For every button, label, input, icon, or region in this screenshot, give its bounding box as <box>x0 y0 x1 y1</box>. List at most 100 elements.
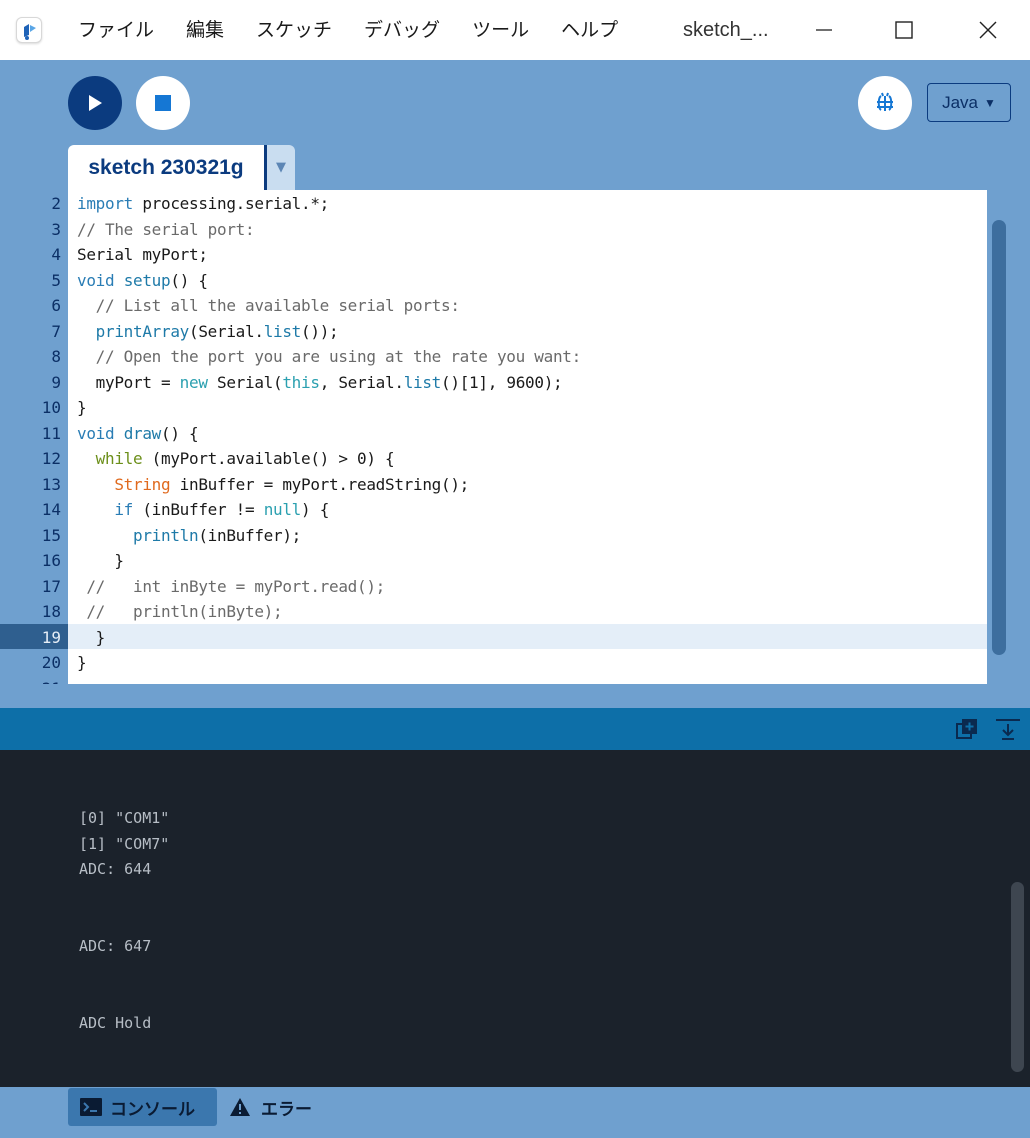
tab-errors[interactable]: エラー <box>229 1088 339 1126</box>
code-token: // Open the port you are using at the ra… <box>77 347 582 366</box>
code-line: Serial myPort; <box>77 242 208 268</box>
code-token: } <box>77 653 87 672</box>
stop-icon <box>155 95 171 111</box>
code-token: ()); <box>301 321 339 341</box>
debug-button[interactable] <box>858 76 912 130</box>
code-token: list <box>403 372 442 392</box>
line-number: 5 <box>51 270 61 290</box>
tab-menu-button[interactable]: ▼ <box>264 145 295 190</box>
code-token: ) { <box>301 500 330 519</box>
code-token: list <box>263 321 302 341</box>
close-icon <box>979 21 997 39</box>
current-line-highlight <box>68 624 987 649</box>
line-number: 21 <box>1 676 61 685</box>
code-line: String inBuffer = myPort.readString(); <box>77 472 469 498</box>
line-number: 20 <box>41 653 61 672</box>
stop-button[interactable] <box>136 76 190 130</box>
tab-console-label: コンソール <box>110 1099 195 1120</box>
line-number: 12 <box>41 449 61 468</box>
line-number: 3 <box>51 219 61 239</box>
code-line: println(inBuffer); <box>77 523 301 549</box>
code-token: ()[1], 9600); <box>441 372 563 392</box>
code-token: } <box>77 551 124 570</box>
menu-item[interactable]: ヘルプ <box>545 0 634 60</box>
code-token: this <box>282 372 320 392</box>
mode-select[interactable]: Java ▼ <box>927 83 1011 122</box>
menu-item[interactable]: デバッグ <box>348 0 456 60</box>
console-line: ADC: 644 <box>79 860 152 879</box>
line-number: 8 <box>51 347 61 366</box>
code-token: () { <box>161 423 199 443</box>
terminal-icon <box>80 1098 102 1116</box>
code-token: void <box>77 423 115 443</box>
editor-scrollbar-thumb[interactable] <box>992 220 1006 655</box>
run-button[interactable] <box>68 76 122 130</box>
minimize-icon <box>816 29 832 31</box>
code-token: () { <box>170 270 208 290</box>
code-line: void draw() { <box>77 421 199 447</box>
menu-item[interactable]: ファイル <box>62 0 170 60</box>
code-token: } <box>77 627 106 647</box>
line-number: 11 <box>41 423 61 443</box>
code-token: Serial myPort; <box>77 245 208 264</box>
chevron-down-icon: ▼ <box>276 160 286 175</box>
code-token: setup <box>123 270 171 290</box>
code-token: inBuffer = myPort.readString(); <box>170 474 470 494</box>
close-button[interactable] <box>948 0 1028 60</box>
code-token: // int inByte = myPort.read(); <box>77 576 385 596</box>
warning-icon <box>230 1098 250 1116</box>
code-token: processing.serial.*; <box>133 194 329 213</box>
line-number: 13 <box>41 474 61 494</box>
console-output[interactable]: [0] "COM1" [1] "COM7" ADC: 644 ADC: 647 ADC … <box>0 750 1030 1087</box>
line-number: 6 <box>51 296 61 315</box>
code-token: printArray <box>95 321 190 341</box>
code-token: Serial( <box>207 372 283 392</box>
line-number: 14 <box>41 500 61 519</box>
code-line: void setup() { <box>77 268 208 294</box>
code-token: // println(inByte); <box>77 602 283 621</box>
play-icon <box>89 95 102 111</box>
code-line: // Open the port you are using at the ra… <box>77 344 582 370</box>
code-token: // List all the available serial ports: <box>77 296 460 315</box>
minimize-button[interactable] <box>784 0 864 60</box>
tab-errors-label: エラー <box>261 1099 312 1120</box>
code-token: String <box>114 474 171 494</box>
code-token: // The serial port: <box>77 219 255 239</box>
menu-item[interactable]: ツール <box>456 0 545 60</box>
code-line: printArray(Serial.list()); <box>77 319 339 345</box>
mode-label: Java <box>942 92 979 112</box>
menu-item[interactable]: スケッチ <box>240 0 348 60</box>
maximize-icon <box>895 21 913 39</box>
console-line: ADC Hold <box>79 1014 152 1032</box>
code-token: while <box>95 449 143 468</box>
code-token: (Serial. <box>189 321 264 341</box>
clear-console-button[interactable] <box>994 716 1022 742</box>
tab-sketch[interactable]: sketch 230321g <box>68 145 264 190</box>
copy-console-button[interactable] <box>954 716 980 742</box>
line-number: 17 <box>41 576 61 596</box>
code-line: myPort = new Serial(this, Serial.list()[… <box>77 370 563 396</box>
code-line: } <box>77 395 87 421</box>
tab-console[interactable]: コンソール <box>68 1088 217 1126</box>
code-token: println <box>133 525 199 545</box>
console-scrollbar-thumb[interactable] <box>1011 882 1024 1072</box>
maximize-button[interactable] <box>864 0 944 60</box>
line-number: 9 <box>51 372 61 392</box>
line-number: 4 <box>51 245 61 264</box>
code-token: } <box>77 398 87 417</box>
line-number: 19 <box>41 627 61 647</box>
code-token: myPort = <box>77 372 180 392</box>
code-token: void <box>77 270 115 290</box>
chevron-down-icon: ▼ <box>984 95 996 110</box>
code-editor[interactable]: import processing.serial.*;// The serial… <box>68 190 987 684</box>
menu-item[interactable]: 編集 <box>170 0 240 60</box>
code-line: while (myPort.available() > 0) { <box>77 446 395 472</box>
code-line: // List all the available serial ports: <box>77 293 460 319</box>
line-number: 18 <box>41 602 61 621</box>
code-token: (inBuffer != <box>133 500 264 519</box>
code-token: draw <box>123 423 162 443</box>
